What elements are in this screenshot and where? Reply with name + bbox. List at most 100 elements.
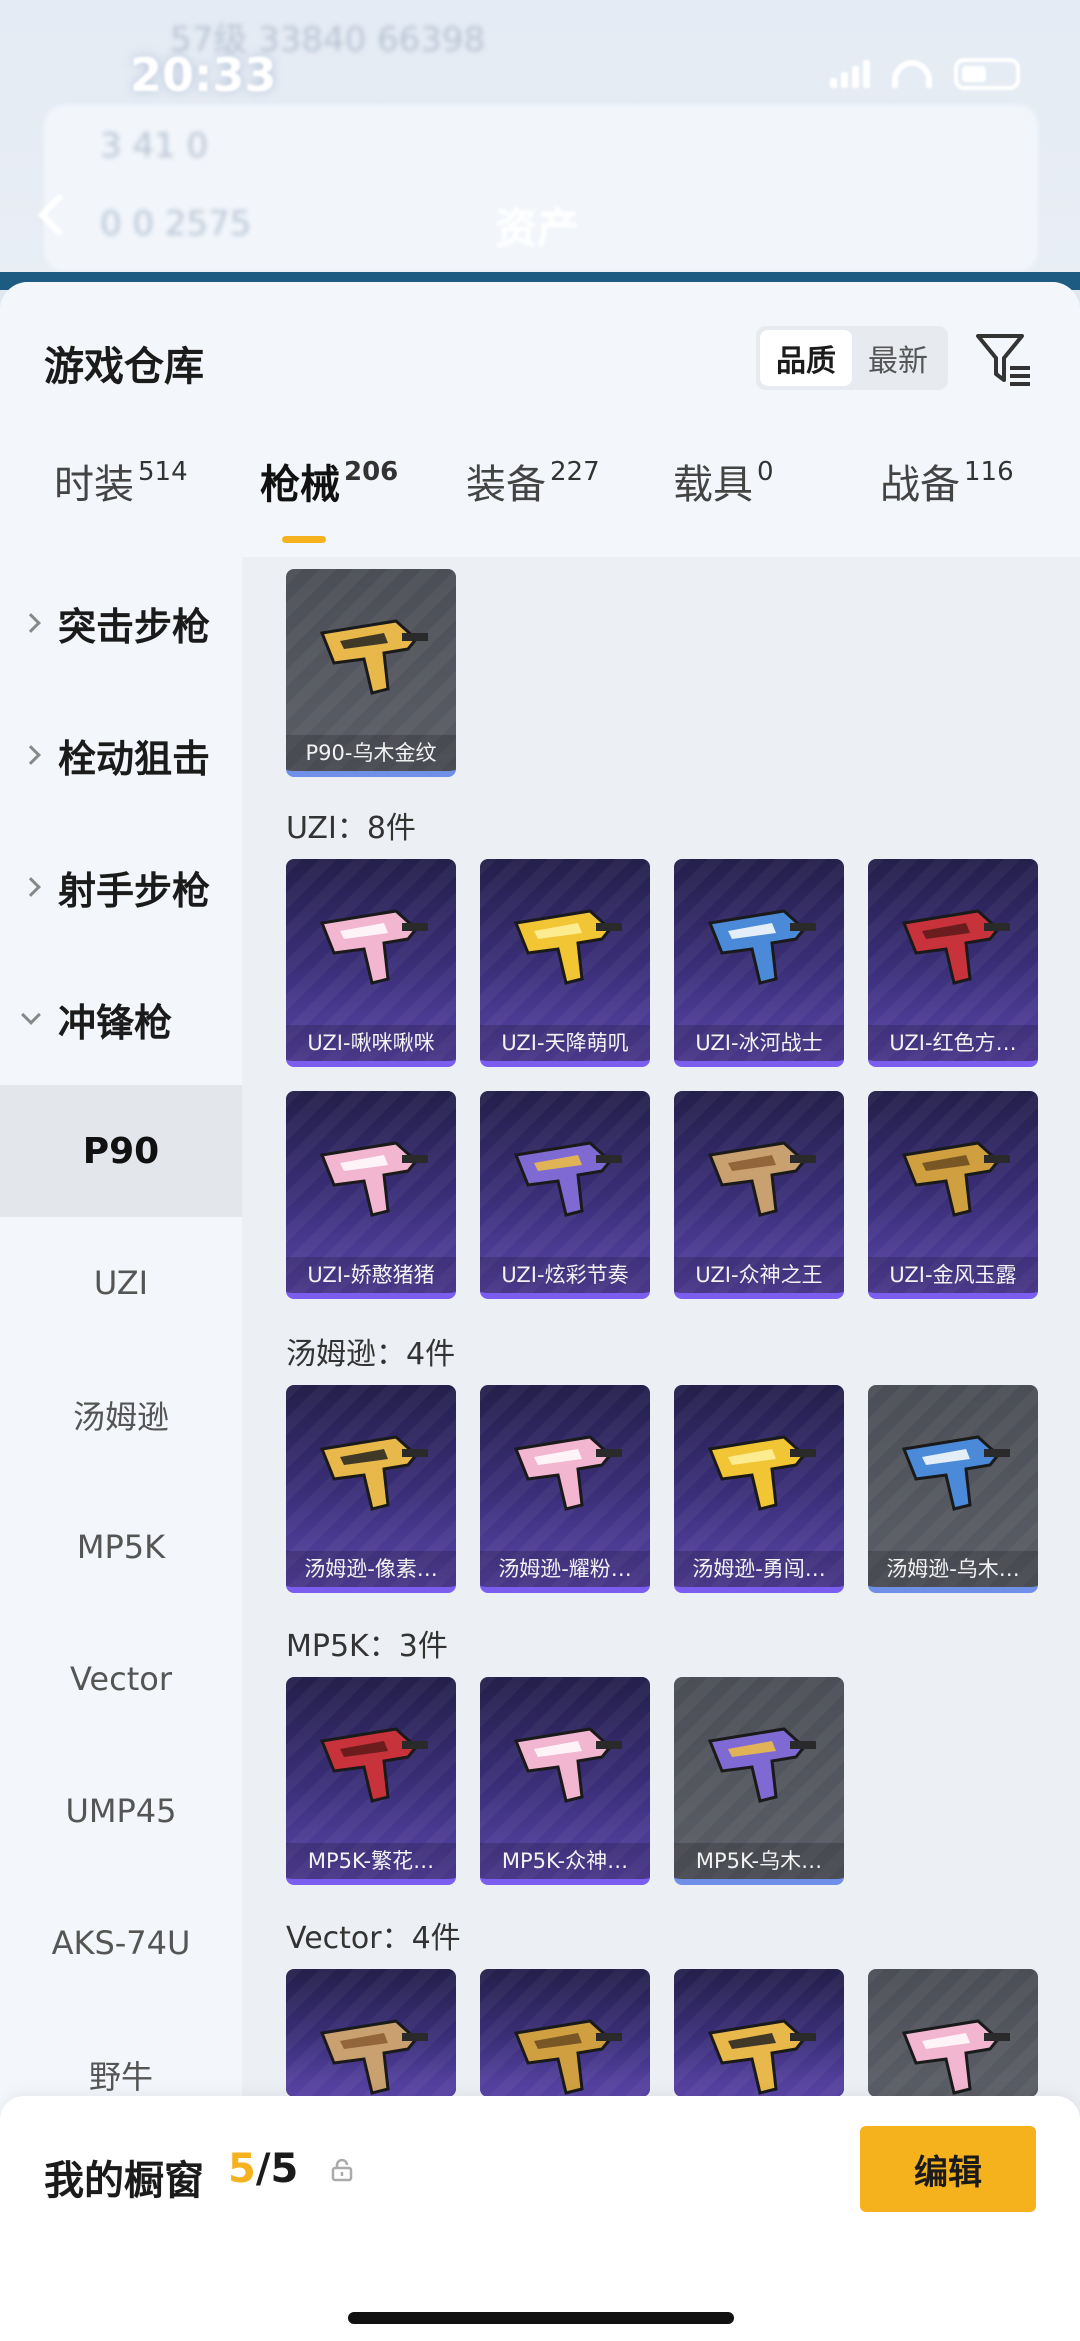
tab-weapons[interactable]: 枪械 206 — [260, 452, 398, 510]
weapon-skin-icon — [901, 1435, 1010, 1511]
weapon-skin-icon — [707, 1435, 816, 1511]
sort-toggle: 品质 最新 — [756, 326, 948, 390]
sidebar-category-assault-rifle[interactable]: 突击步枪 — [0, 557, 242, 689]
item-name: 汤姆逊-乌木… — [868, 1551, 1038, 1587]
warehouse-sheet: 游戏仓库 品质 最新 时装 514 枪械 206 装备 227 载具 0 战备 116 突… — [0, 282, 1080, 2341]
group-label-vector: Vector：4件 — [286, 1921, 461, 1956]
showcase-count-current: 5 — [228, 2146, 256, 2192]
weapon-skin-icon — [901, 1141, 1010, 1217]
sidebar-item-thompson[interactable]: 汤姆逊 — [0, 1349, 242, 1481]
tab-count: 116 — [964, 456, 1014, 487]
item-card[interactable]: MP5K-繁花… — [286, 1677, 456, 1885]
group-label-uzi: UZI：8件 — [286, 811, 416, 846]
item-name: MP5K-乌木… — [674, 1843, 844, 1879]
sheet-header: 游戏仓库 品质 最新 时装 514 枪械 206 装备 227 载具 0 战备 116 — [0, 282, 1080, 557]
status-bar-icons — [830, 58, 1020, 90]
weapon-skin-icon — [513, 1727, 622, 1803]
blurred-stats-row1: 3 41 0 — [100, 126, 209, 166]
sidebar-category-marksman-rifle[interactable]: 射手步枪 — [0, 821, 242, 953]
group-label-mp5k: MP5K：3件 — [286, 1629, 448, 1664]
sidebar-category-label: 冲锋枪 — [58, 1000, 173, 1045]
edit-button[interactable]: 编辑 — [860, 2126, 1036, 2212]
tab-supplies[interactable]: 战备 116 — [880, 452, 1014, 510]
tab-equipment[interactable]: 装备 227 — [466, 452, 600, 510]
home-indicator[interactable] — [348, 2312, 734, 2324]
item-card[interactable]: 汤姆逊-勇闯… — [674, 1385, 844, 1593]
weapon-skin-icon — [319, 1435, 428, 1511]
item-card[interactable]: UZI-炫彩节奏 — [480, 1091, 650, 1299]
weapon-skin-icon — [707, 909, 816, 985]
item-card[interactable]: UZI-娇憨猪猪 — [286, 1091, 456, 1299]
tab-fashion[interactable]: 时装 514 — [54, 452, 188, 510]
sidebar-item-p90[interactable]: P90 — [0, 1085, 242, 1217]
item-name: UZI-天降萌叽 — [480, 1025, 650, 1061]
item-card[interactable]: P90-乌木金纹 — [286, 569, 456, 777]
sidebar-category-smg[interactable]: 冲锋枪 — [0, 953, 242, 1085]
item-name: UZI-啾咪啾咪 — [286, 1025, 456, 1061]
wifi-icon — [892, 60, 932, 88]
sort-newest-button[interactable]: 最新 — [852, 330, 944, 386]
sidebar-item-uzi[interactable]: UZI — [0, 1217, 242, 1349]
item-card[interactable] — [286, 1969, 456, 2097]
item-name: P90-乌木金纹 — [286, 735, 456, 771]
chevron-down-icon — [21, 1005, 41, 1025]
chevron-right-icon — [21, 613, 41, 633]
item-name: 汤姆逊-像素… — [286, 1551, 456, 1587]
tab-label: 时装 — [54, 462, 134, 508]
showcase-bar: 我的橱窗 5/5 编辑 — [0, 2096, 1080, 2341]
item-name: 汤姆逊-勇闯… — [674, 1551, 844, 1587]
sidebar-item-vector[interactable]: Vector — [0, 1613, 242, 1745]
sidebar-item-ump45[interactable]: UMP45 — [0, 1745, 242, 1877]
item-card[interactable]: UZI-冰河战士 — [674, 859, 844, 1067]
sidebar-category-label: 栓动狙击 — [58, 736, 211, 781]
tab-label: 枪械 — [260, 462, 340, 508]
weapon-skin-icon — [319, 619, 428, 695]
page-title: 游戏仓库 — [44, 344, 204, 390]
showcase-label: 我的橱窗 — [44, 2158, 204, 2204]
item-card[interactable]: UZI-天降萌叽 — [480, 859, 650, 1067]
item-card[interactable]: 汤姆逊-耀粉… — [480, 1385, 650, 1593]
sort-quality-button[interactable]: 品质 — [760, 330, 852, 386]
tab-count: 227 — [550, 456, 600, 487]
showcase-count: 5/5 — [228, 2146, 298, 2192]
weapon-skin-icon — [319, 1141, 428, 1217]
item-card[interactable]: UZI-红色方… — [868, 859, 1038, 1067]
tab-count: 0 — [757, 456, 774, 487]
item-card[interactable]: 汤姆逊-乌木… — [868, 1385, 1038, 1593]
sidebar-category-label: 射手步枪 — [58, 868, 211, 913]
weapon-skin-icon — [707, 1141, 816, 1217]
item-name: UZI-炫彩节奏 — [480, 1257, 650, 1293]
tab-label: 载具 — [673, 462, 753, 508]
item-card[interactable] — [480, 1969, 650, 2097]
item-card[interactable]: UZI-金风玉露 — [868, 1091, 1038, 1299]
item-grid: UZI：8件 汤姆逊：4件 MP5K：3件 Vector：4件 P90-乌木金纹… — [242, 557, 1080, 2341]
item-name: UZI-娇憨猪猪 — [286, 1257, 456, 1293]
chevron-right-icon — [21, 745, 41, 765]
weapon-skin-icon — [513, 2019, 622, 2095]
tab-vehicles[interactable]: 载具 0 — [673, 452, 774, 510]
item-card[interactable]: MP5K-众神… — [480, 1677, 650, 1885]
item-card[interactable] — [868, 1969, 1038, 2097]
weapon-skin-icon — [319, 1727, 428, 1803]
item-name: MP5K-繁花… — [286, 1843, 456, 1879]
item-name: UZI-众神之王 — [674, 1257, 844, 1293]
item-name: UZI-金风玉露 — [868, 1257, 1038, 1293]
item-card[interactable]: UZI-啾咪啾咪 — [286, 859, 456, 1067]
item-name: MP5K-众神… — [480, 1843, 650, 1879]
item-card[interactable]: MP5K-乌木… — [674, 1677, 844, 1885]
item-name: UZI-红色方… — [868, 1025, 1038, 1061]
sidebar-item-mp5k[interactable]: MP5K — [0, 1481, 242, 1613]
battery-icon — [954, 58, 1020, 90]
group-label-thompson: 汤姆逊：4件 — [286, 1337, 456, 1372]
lock-icon[interactable] — [330, 2158, 354, 2182]
item-card[interactable] — [674, 1969, 844, 2097]
sidebar-category-label: 突击步枪 — [58, 604, 211, 649]
sidebar-category-bolt-sniper[interactable]: 栓动狙击 — [0, 689, 242, 821]
weapon-skin-icon — [513, 1141, 622, 1217]
item-card[interactable]: UZI-众神之王 — [674, 1091, 844, 1299]
item-card[interactable]: 汤姆逊-像素… — [286, 1385, 456, 1593]
sidebar-item-aks74u[interactable]: AKS-74U — [0, 1877, 242, 2009]
blurred-stats-row2: 0 0 2575 — [100, 204, 252, 244]
filter-icon[interactable] — [972, 328, 1034, 390]
category-tabs: 时装 514 枪械 206 装备 227 载具 0 战备 116 — [0, 452, 1080, 552]
